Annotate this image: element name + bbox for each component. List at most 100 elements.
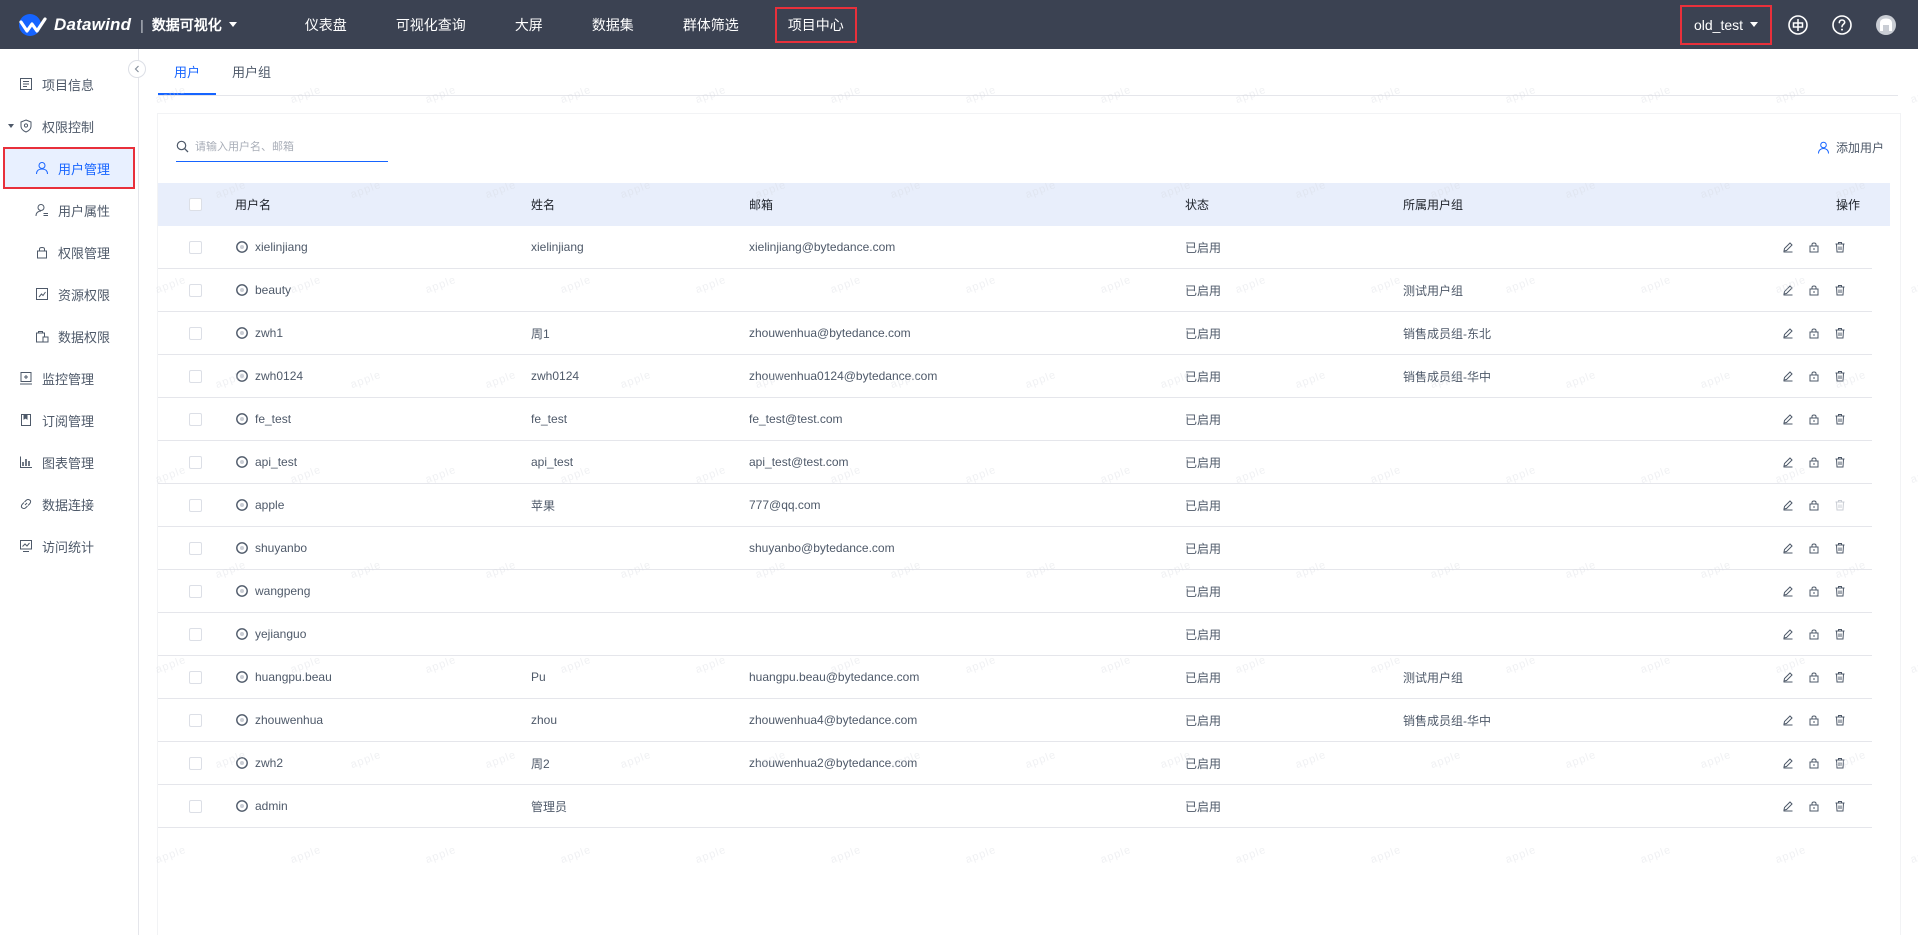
search-input[interactable] <box>195 140 375 153</box>
cell-email: huangpu.beau@bytedance.com <box>749 670 920 684</box>
row-checkbox[interactable] <box>189 541 202 555</box>
lock-icon[interactable] <box>1808 370 1820 382</box>
sidebar-item-chart-management[interactable]: 图表管理 <box>0 441 138 483</box>
lock-icon[interactable] <box>1808 327 1820 339</box>
sidebar-item-project-info[interactable]: 项目信息 <box>0 63 138 105</box>
column-header-username: 用户名 <box>235 198 272 212</box>
row-checkbox[interactable] <box>189 369 202 383</box>
nav-dashboard[interactable]: 仪表盘 <box>292 7 360 43</box>
lock-icon[interactable] <box>1808 628 1820 640</box>
sidebar-item-user-attributes[interactable]: 用户属性 <box>0 189 138 231</box>
row-checkbox[interactable] <box>189 240 202 254</box>
nav-project-center[interactable]: 项目中心 <box>774 6 857 43</box>
lock-icon[interactable] <box>1808 542 1820 554</box>
row-checkbox[interactable] <box>189 670 202 684</box>
edit-icon[interactable] <box>1782 757 1794 769</box>
lock-icon[interactable] <box>1808 757 1820 769</box>
project-selector[interactable]: old_test <box>1680 4 1772 45</box>
nav-group-filter[interactable]: 群体筛选 <box>670 7 752 43</box>
row-checkbox[interactable] <box>189 283 202 297</box>
delete-icon[interactable] <box>1834 714 1846 726</box>
sidebar-item-label: 项目信息 <box>42 77 95 93</box>
sidebar-item-subscription[interactable]: 订阅管理 <box>0 399 138 441</box>
add-user-button[interactable]: 添加用户 <box>1817 139 1884 156</box>
nav-big-screen[interactable]: 大屏 <box>502 7 556 43</box>
sidebar-item-data-connection[interactable]: 数据连接 <box>0 483 138 525</box>
edit-icon[interactable] <box>1782 413 1794 425</box>
edit-icon[interactable] <box>1782 714 1794 726</box>
delete-icon[interactable] <box>1834 628 1846 640</box>
lock-icon[interactable] <box>1808 585 1820 597</box>
cell-actions <box>1703 671 1872 683</box>
user-avatar-icon <box>236 757 248 769</box>
cell-name: zhou <box>531 713 558 727</box>
delete-icon[interactable] <box>1834 413 1846 425</box>
lock-icon[interactable] <box>1808 241 1820 253</box>
delete-icon[interactable] <box>1834 499 1846 511</box>
lock-icon[interactable] <box>1808 284 1820 296</box>
search-box[interactable] <box>176 132 388 162</box>
edit-icon[interactable] <box>1782 542 1794 554</box>
lock-icon[interactable] <box>1808 413 1820 425</box>
table-row: huangpu.beau Pu huangpu.beau@bytedance.c… <box>158 656 1872 699</box>
edit-icon[interactable] <box>1782 241 1794 253</box>
lock-icon[interactable] <box>1808 499 1820 511</box>
lock-icon[interactable] <box>1808 456 1820 468</box>
row-checkbox[interactable] <box>189 756 202 770</box>
username-text: yejianguo <box>255 627 307 641</box>
nav-dataset[interactable]: 数据集 <box>579 7 647 43</box>
row-checkbox[interactable] <box>189 326 202 340</box>
row-checkbox[interactable] <box>189 498 202 512</box>
edit-icon[interactable] <box>1782 327 1794 339</box>
delete-icon[interactable] <box>1834 671 1846 683</box>
edit-icon[interactable] <box>1782 671 1794 683</box>
lock-icon[interactable] <box>1808 800 1820 812</box>
sidebar-item-monitor[interactable]: 监控管理 <box>0 357 138 399</box>
edit-icon[interactable] <box>1782 456 1794 468</box>
help-icon[interactable] <box>1830 13 1854 37</box>
delete-icon[interactable] <box>1834 284 1846 296</box>
avatar-icon[interactable] <box>1874 13 1898 37</box>
cell-name: 周1 <box>531 326 550 341</box>
collapse-sidebar-button[interactable] <box>128 60 146 78</box>
sidebar-item-data-permission[interactable]: 数据权限 <box>0 315 138 357</box>
delete-icon[interactable] <box>1834 542 1846 554</box>
delete-icon[interactable] <box>1834 370 1846 382</box>
edit-icon[interactable] <box>1782 585 1794 597</box>
cell-username: yejianguo <box>202 627 531 641</box>
row-checkbox[interactable] <box>189 799 202 813</box>
nav-visual-query[interactable]: 可视化查询 <box>383 7 479 43</box>
delete-icon[interactable] <box>1834 456 1846 468</box>
sidebar-item-resource-permission[interactable]: 资源权限 <box>0 273 138 315</box>
sidebar-item-access-stats[interactable]: 访问统计 <box>0 525 138 567</box>
sidebar-item-permission-management[interactable]: 权限管理 <box>0 231 138 273</box>
edit-icon[interactable] <box>1782 370 1794 382</box>
row-checkbox[interactable] <box>189 713 202 727</box>
sidebar-item-label: 用户属性 <box>58 203 111 219</box>
select-all-checkbox[interactable] <box>189 198 202 211</box>
edit-icon[interactable] <box>1782 499 1794 511</box>
delete-icon[interactable] <box>1834 585 1846 597</box>
delete-icon[interactable] <box>1834 327 1846 339</box>
resource-icon <box>35 287 49 301</box>
sidebar-item-permission-control[interactable]: 权限控制 <box>0 105 138 147</box>
row-checkbox[interactable] <box>189 627 202 641</box>
row-checkbox[interactable] <box>189 584 202 598</box>
tab-users[interactable]: 用户 <box>158 49 217 95</box>
edit-icon[interactable] <box>1782 628 1794 640</box>
product-switcher[interactable]: 数据可视化 <box>152 15 237 35</box>
lock-icon[interactable] <box>1808 714 1820 726</box>
delete-icon[interactable] <box>1834 800 1846 812</box>
edit-icon[interactable] <box>1782 284 1794 296</box>
row-checkbox[interactable] <box>189 455 202 469</box>
cell-username: fe_test <box>202 412 531 426</box>
tab-user-groups[interactable]: 用户组 <box>216 49 287 95</box>
logo[interactable]: Datawind <box>18 13 131 37</box>
delete-icon[interactable] <box>1834 757 1846 769</box>
sidebar-item-user-management[interactable]: 用户管理 <box>3 147 135 189</box>
lock-icon[interactable] <box>1808 671 1820 683</box>
plus-circle-icon[interactable] <box>1786 13 1810 37</box>
delete-icon[interactable] <box>1834 241 1846 253</box>
edit-icon[interactable] <box>1782 800 1794 812</box>
row-checkbox[interactable] <box>189 412 202 426</box>
